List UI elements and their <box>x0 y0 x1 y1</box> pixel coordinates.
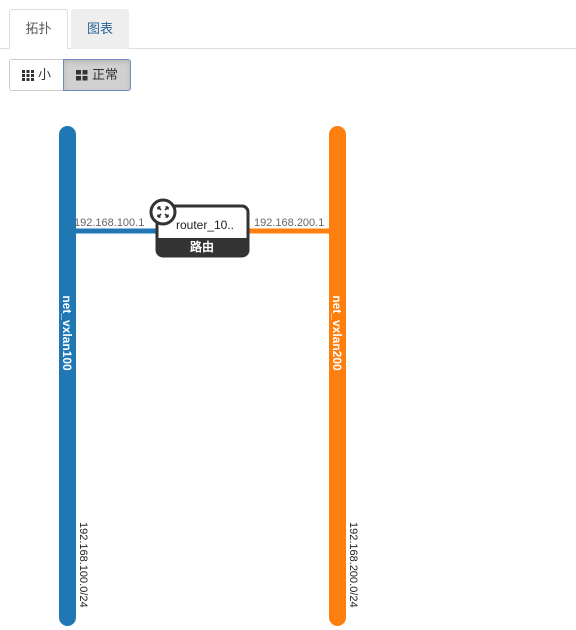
port-ip-label: 192.168.100.1 <box>74 217 144 229</box>
network-cidr: 192.168.100.0/24 <box>77 522 89 608</box>
network-bar[interactable] <box>329 126 346 626</box>
network-net-vxlan200[interactable]: net_vxlan200 <box>329 126 346 626</box>
network-topology: net_vxlan100 192.168.100.0/24 net_vxlan2… <box>59 126 359 626</box>
network-name: net_vxlan200 <box>330 295 344 371</box>
router-name: router_10.. <box>176 218 234 232</box>
port-ip-label: 192.168.200.1 <box>254 217 324 229</box>
router-node[interactable]: router_10.. 路由 <box>149 198 250 258</box>
router-type-label: 路由 <box>190 239 214 254</box>
network-bar[interactable] <box>59 126 76 626</box>
network-net-vxlan100[interactable]: net_vxlan100 <box>59 126 76 626</box>
router-icon <box>149 198 177 226</box>
network-name: net_vxlan100 <box>60 295 74 371</box>
network-cidr: 192.168.200.0/24 <box>347 522 359 608</box>
